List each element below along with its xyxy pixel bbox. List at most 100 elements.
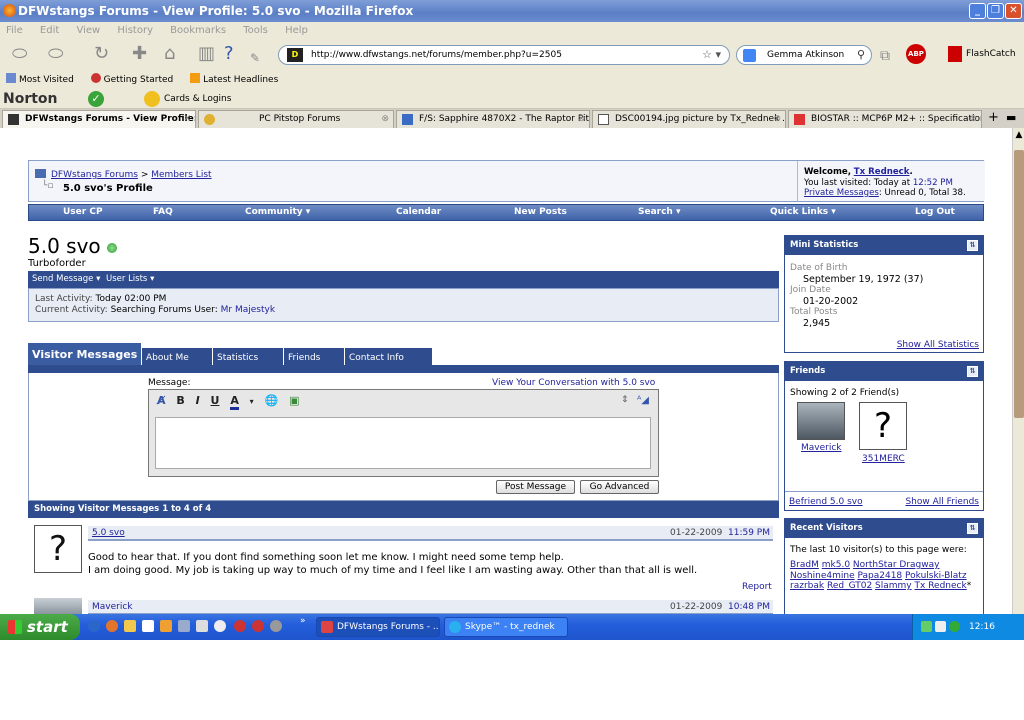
tab-close-icon[interactable]: ⊗ [969, 111, 977, 127]
nav-new-posts[interactable]: New Posts [514, 205, 567, 220]
app-icon[interactable] [252, 620, 264, 632]
norton-logo[interactable]: Norton [3, 89, 58, 109]
insert-link-icon[interactable]: 🌐 [265, 394, 279, 407]
menu-edit[interactable]: Edit [40, 25, 59, 36]
visitor-link[interactable]: razrbak [790, 581, 824, 591]
search-icon[interactable]: ⚲ [857, 46, 865, 64]
nav-calendar[interactable]: Calendar [396, 205, 441, 220]
new-tab-icon[interactable]: + [988, 110, 999, 125]
folder-icon[interactable] [124, 620, 136, 632]
user-lists-menu[interactable]: User Lists ▾ [106, 271, 154, 287]
tab-close-icon[interactable]: ⊗ [381, 111, 389, 127]
post-message-button[interactable]: Post Message [496, 480, 575, 494]
bookmark-getting-started[interactable]: Getting Started [90, 73, 173, 85]
visitor-link[interactable]: Papa2418 [857, 571, 902, 581]
switch-mode-icon[interactable]: ᴬ◢ [637, 395, 649, 406]
tray-icon[interactable] [921, 621, 932, 632]
friend-link-maverick[interactable]: Maverick [801, 443, 842, 453]
remove-format-icon[interactable]: A̸ [157, 394, 166, 407]
scrollbar-thumb[interactable] [1014, 150, 1024, 418]
visitor-link[interactable]: NorthStar Dragway [853, 560, 940, 570]
report-link[interactable]: Report [742, 582, 772, 592]
nav-quick-links[interactable]: Quick Links ▾ [770, 205, 836, 220]
menu-help[interactable]: Help [285, 25, 308, 36]
url-bar[interactable]: D http://www.dfwstangs.net/forums/member… [278, 45, 730, 65]
restore-button[interactable]: ❐ [987, 3, 1004, 19]
tab-close-icon[interactable]: ✕ [183, 111, 191, 127]
show-all-statistics-link[interactable]: Show All Statistics [897, 340, 979, 350]
flashcatch-button[interactable]: FlashCatch [948, 46, 1016, 62]
app-icon[interactable] [160, 620, 172, 632]
visitor-link[interactable]: Slammy [875, 581, 912, 591]
message-textarea[interactable] [155, 417, 651, 469]
rss-star-icon[interactable]: ☆ ▾ [702, 46, 721, 64]
welcome-user-link[interactable]: Tx Redneck [854, 167, 910, 177]
window-icon[interactable]: ⧉ [880, 47, 890, 65]
friend-avatar-placeholder-icon[interactable]: ? [859, 402, 907, 450]
send-message-menu[interactable]: Send Message ▾ [32, 271, 100, 287]
network-icon[interactable] [935, 621, 946, 632]
tab-raptor-pit[interactable]: F/S: Sapphire 4870X2 - The Raptor Pit ⊗ [396, 110, 590, 128]
visitor-link[interactable]: Red_GT02 [827, 581, 872, 591]
tray-icon[interactable] [949, 621, 960, 632]
tab-close-icon[interactable]: ⊗ [773, 111, 781, 127]
vertical-scrollbar[interactable]: ▲ [1012, 128, 1024, 614]
befriend-link[interactable]: Befriend 5.0 svo [789, 497, 863, 507]
insert-image-icon[interactable]: ▣ [289, 394, 299, 407]
resize-editor-icon[interactable]: ⇕ [621, 395, 629, 405]
nav-user-cp[interactable]: User CP [63, 205, 103, 220]
italic-icon[interactable]: I [196, 394, 200, 407]
avatar[interactable] [34, 598, 82, 614]
forward-icon[interactable]: ⬭ [48, 45, 63, 63]
current-activity-user-link[interactable]: Mr Majestyk [221, 305, 275, 315]
norton-check-icon[interactable]: ✓ [88, 91, 104, 107]
menu-bookmarks[interactable]: Bookmarks [170, 25, 226, 36]
underline-icon[interactable]: U [211, 394, 220, 407]
nav-log-out[interactable]: Log Out [915, 205, 955, 220]
collapse-icon[interactable]: ⇅ [967, 366, 978, 377]
word-icon[interactable] [142, 620, 154, 632]
bookmark-most-visited[interactable]: Most Visited [6, 73, 74, 85]
forum-home-icon[interactable] [35, 169, 46, 178]
app-icon[interactable] [234, 620, 246, 632]
taskbar-firefox[interactable]: DFWstangs Forums - ... [316, 617, 440, 637]
breadcrumb-forums-link[interactable]: DFWstangs Forums [51, 170, 138, 180]
view-conversation-link[interactable]: View Your Conversation with 5.0 svo [492, 378, 655, 388]
breadcrumb-members-link[interactable]: Members List [151, 170, 211, 180]
firefox-quicklaunch-icon[interactable] [106, 620, 118, 632]
nav-search[interactable]: Search ▾ [638, 205, 681, 220]
tab-list-icon[interactable]: ▬ [1006, 111, 1016, 124]
ie-icon[interactable] [88, 620, 100, 632]
search-box[interactable]: Gemma Atkinson ⚲ [736, 45, 872, 65]
nav-community[interactable]: Community ▾ [245, 205, 310, 220]
tab-photobucket[interactable]: DSC00194.jpg picture by Tx_Rednek ... ⊗ [592, 110, 786, 128]
tab-biostar[interactable]: BIOSTAR :: MCP6P M2+ :: Specification ⊗ [788, 110, 982, 128]
quicklaunch-expand-icon[interactable]: » [300, 616, 306, 626]
message-author-link[interactable]: Maverick [92, 600, 133, 614]
private-messages-link[interactable]: Private Messages [804, 188, 879, 198]
avatar-placeholder-icon[interactable]: ? [34, 525, 82, 573]
visitor-link[interactable]: Pokulski-Blatz [905, 571, 967, 581]
taskbar-skype[interactable]: Skype™ - tx_rednek [444, 617, 568, 637]
reload-icon[interactable]: ↻ [94, 45, 109, 63]
close-button[interactable]: ✕ [1005, 3, 1022, 19]
menu-view[interactable]: View [76, 25, 100, 36]
app-icon[interactable] [270, 620, 282, 632]
collapse-icon[interactable]: ⇅ [967, 523, 978, 534]
adblock-icon[interactable]: ABP [906, 44, 926, 64]
font-color-icon[interactable]: A [230, 394, 239, 410]
home-icon[interactable]: ⌂ [164, 45, 175, 63]
collapse-icon[interactable]: ⇅ [967, 240, 978, 251]
show-all-friends-link[interactable]: Show All Friends [905, 497, 979, 507]
minimize-button[interactable]: _ [969, 3, 986, 19]
visitor-link[interactable]: mk5.0 [822, 560, 850, 570]
tab-pc-pitstop[interactable]: PC Pitstop Forums ⊗ [198, 110, 394, 128]
message-author-link[interactable]: 5.0 svo [92, 526, 125, 540]
color-dropdown-icon[interactable]: ▾ [250, 397, 254, 406]
menu-history[interactable]: History [117, 25, 153, 36]
tab-close-icon[interactable]: ⊗ [577, 111, 585, 127]
visitor-link[interactable]: Noshine4mine [790, 571, 855, 581]
friend-link-351merc[interactable]: 351MERC [862, 454, 905, 464]
help-icon[interactable]: ? [224, 45, 234, 63]
visitor-link[interactable]: Tx Redneck [915, 581, 967, 591]
